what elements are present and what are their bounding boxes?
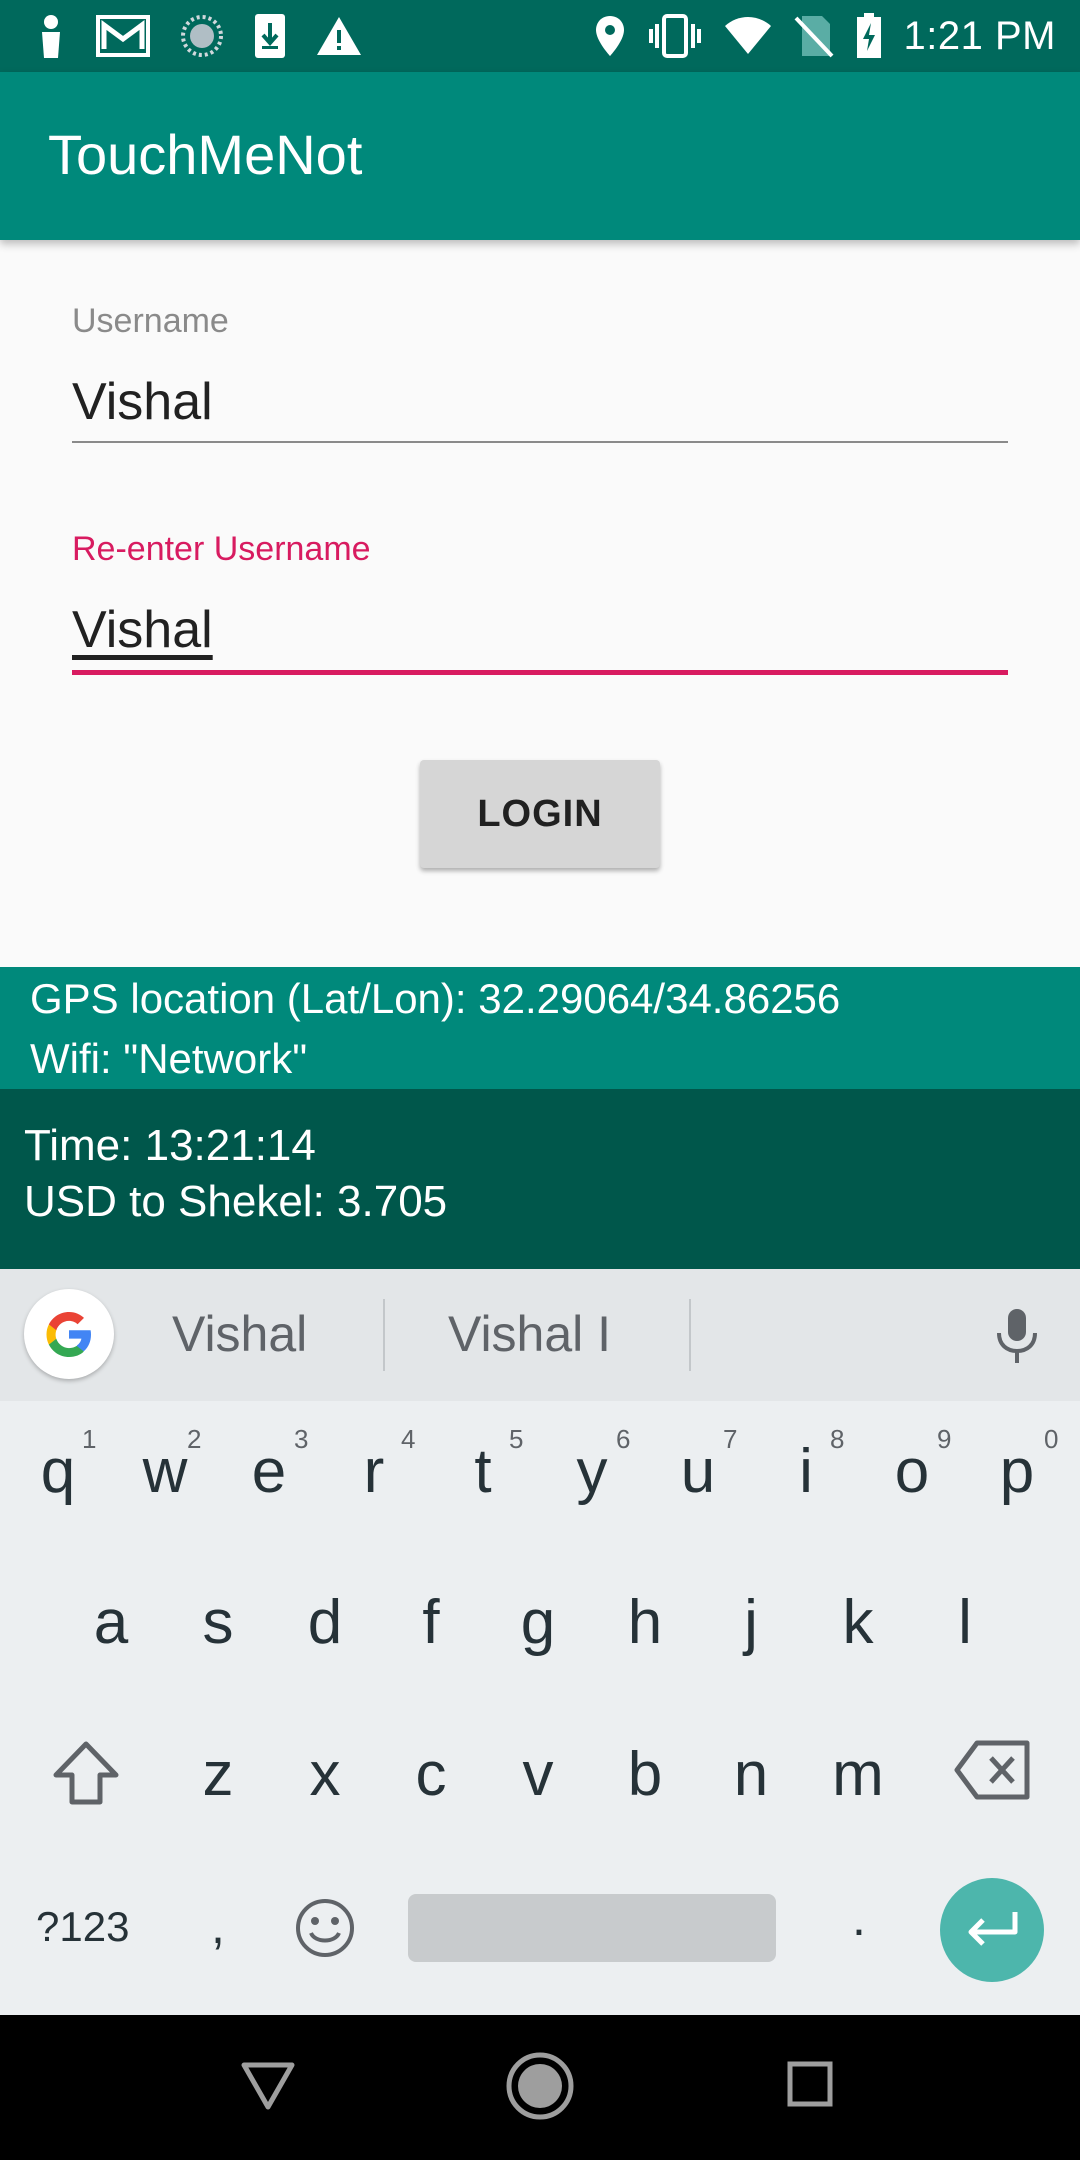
backspace-icon	[954, 1740, 1030, 1800]
key-hint-9: 9	[937, 1424, 952, 1454]
suggestion-divider	[689, 1299, 691, 1371]
person-icon	[36, 14, 66, 58]
key-j[interactable]: j	[701, 1587, 801, 1658]
key-s[interactable]: s	[168, 1587, 268, 1658]
key-hint-4: 4	[401, 1424, 416, 1454]
back-icon[interactable]	[240, 2061, 296, 2111]
key-hint-6: 6	[616, 1424, 631, 1454]
navigation-bar	[0, 2015, 1080, 2160]
reenter-username-input[interactable]: Vishal	[72, 600, 213, 660]
key-l[interactable]: l	[915, 1587, 1015, 1658]
app-bar: TouchMeNot	[0, 72, 1080, 240]
key-n[interactable]: n	[701, 1739, 801, 1810]
key-g[interactable]: g	[488, 1587, 588, 1658]
wifi-text: Wifi: "Network"	[30, 1035, 308, 1082]
download-icon	[254, 13, 286, 59]
symbols-key[interactable]: ?123	[36, 1903, 129, 1951]
sync-icon	[180, 14, 224, 58]
key-hint-5: 5	[509, 1424, 524, 1454]
comma-key[interactable]: ,	[211, 1897, 225, 1955]
key-z[interactable]: z	[168, 1739, 268, 1810]
recents-icon[interactable]	[787, 2061, 833, 2107]
key-x[interactable]: x	[275, 1739, 375, 1810]
location-icon	[594, 14, 626, 58]
currency-text: USD to Shekel: 3.705	[24, 1177, 448, 1226]
gps-text: GPS location (Lat/Lon): 32.29064/34.8625…	[30, 975, 841, 1022]
username-input[interactable]: Vishal	[72, 372, 213, 432]
key-hint-2: 2	[187, 1424, 202, 1454]
vibrate-icon	[648, 14, 702, 58]
status-bar: 1:21 PM	[0, 0, 1080, 72]
key-hint-8: 8	[830, 1424, 845, 1454]
key-a[interactable]: a	[61, 1587, 161, 1658]
warning-icon	[316, 16, 362, 56]
status-time: 1:21 PM	[903, 13, 1056, 58]
emoji-key[interactable]	[294, 1897, 356, 1969]
username-label: Username	[72, 302, 229, 340]
gmail-icon	[96, 15, 150, 57]
suggestion-1[interactable]: Vishal	[172, 1305, 307, 1363]
key-f[interactable]: f	[381, 1587, 481, 1658]
key-hint-3: 3	[294, 1424, 309, 1454]
location-info-panel: GPS location (Lat/Lon): 32.29064/34.8625…	[0, 967, 1080, 1089]
reenter-username-label: Re-enter Username	[72, 530, 371, 568]
shift-key[interactable]	[36, 1739, 136, 1822]
time-info-panel: Time: 13:21:14 USD to Shekel: 3.705	[0, 1089, 1080, 1269]
battery-charging-icon	[856, 13, 882, 59]
key-h[interactable]: h	[595, 1587, 695, 1658]
username-underline	[72, 441, 1008, 443]
login-button[interactable]: LOGIN	[420, 760, 660, 868]
key-hint-1: 1	[82, 1424, 97, 1454]
reenter-username-underline	[72, 670, 1008, 675]
key-hint-0: 0	[1044, 1424, 1059, 1454]
emoji-icon	[296, 1899, 354, 1957]
google-icon[interactable]	[24, 1289, 114, 1379]
enter-icon	[968, 1912, 1018, 1946]
backspace-key[interactable]	[943, 1739, 1043, 1816]
shift-icon	[53, 1741, 119, 1805]
enter-key[interactable]	[940, 1878, 1044, 1982]
home-icon[interactable]	[505, 2051, 575, 2121]
key-v[interactable]: v	[488, 1739, 588, 1810]
suggestion-strip: Vishal Vishal I	[0, 1269, 1080, 1401]
key-b[interactable]: b	[595, 1739, 695, 1810]
microphone-icon[interactable]	[995, 1307, 1039, 1370]
suggestion-divider	[383, 1299, 385, 1371]
time-text: Time: 13:21:14	[24, 1121, 316, 1170]
space-key[interactable]	[408, 1894, 776, 1962]
key-m[interactable]: m	[808, 1739, 908, 1810]
suggestion-2[interactable]: Vishal I	[448, 1305, 611, 1363]
period-key[interactable]: .	[852, 1889, 866, 1947]
key-k[interactable]: k	[808, 1587, 908, 1658]
key-hint-7: 7	[723, 1424, 738, 1454]
soft-keyboard: Vishal Vishal I q w e r t y u i o p 1 2 …	[0, 1269, 1080, 2015]
no-sim-icon	[794, 14, 834, 58]
app-title: TouchMeNot	[48, 123, 363, 186]
key-c[interactable]: c	[381, 1739, 481, 1810]
wifi-icon	[724, 16, 772, 56]
login-form: Username Vishal Re-enter Username Vishal…	[0, 240, 1080, 967]
key-d[interactable]: d	[275, 1587, 375, 1658]
